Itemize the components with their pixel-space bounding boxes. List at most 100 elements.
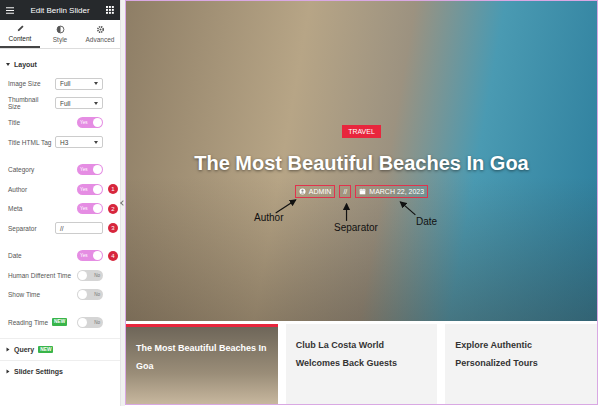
toggle-knob — [93, 185, 102, 194]
toggle-knob — [78, 318, 87, 327]
annotation-label: Separator — [334, 222, 378, 233]
control-label: Title — [8, 119, 74, 126]
new-tag: NEW — [52, 318, 67, 326]
thumbnail-card[interactable]: Club La Costa World Welcomes Back Guests — [286, 324, 438, 404]
section-header[interactable]: Layout — [0, 49, 120, 74]
section-header[interactable]: Slider Settings — [0, 360, 120, 382]
control-row: Human Different Time No — [8, 266, 120, 286]
toggle-text: No — [94, 292, 100, 297]
toggle-switch[interactable]: No — [77, 270, 103, 281]
panel-title: Edit Berlin Slider — [20, 6, 100, 15]
panel-tab[interactable]: Style — [40, 20, 80, 48]
annotation-label: Author — [254, 212, 283, 223]
caret-icon — [7, 348, 10, 352]
toggle-text: Yes — [80, 120, 88, 125]
control-label: Category — [8, 166, 74, 173]
toggle-text: No — [94, 320, 100, 325]
control-label: Show Time — [8, 291, 74, 298]
menu-icon[interactable] — [6, 7, 14, 14]
control-row: Category Yes — [8, 160, 120, 180]
meta-date[interactable]: MARCH 22, 2023 — [355, 185, 428, 198]
control-list: Image Size Full Thumbnail Size Full Titl… — [0, 74, 120, 338]
section-header[interactable]: Query NEW — [0, 338, 120, 360]
toggle-switch[interactable]: Yes — [77, 203, 103, 214]
toggle-switch[interactable]: Yes — [77, 164, 103, 175]
post-meta: ADMIN // MARCH 22, 2023 — [295, 185, 428, 198]
dropdown-icon — [94, 82, 98, 85]
toggle-text: Yes — [80, 167, 88, 172]
category-badge[interactable]: TRAVEL — [342, 125, 381, 138]
control-row: Date Yes 4 — [8, 246, 120, 266]
meta-author[interactable]: ADMIN — [295, 185, 336, 198]
thumbnail-card[interactable]: Explore Authentic Personalized Tours — [445, 324, 597, 404]
calendar-icon — [359, 188, 366, 195]
control-row: Title Yes — [8, 113, 120, 133]
select-field[interactable]: Full — [55, 78, 103, 90]
control-row: Separator // 3 — [8, 219, 120, 239]
preview-area: TRAVEL The Most Beautiful Beaches In Goa… — [125, 0, 598, 405]
meta-separator: // — [339, 185, 351, 198]
toggle-text: Yes — [80, 187, 88, 192]
panel-tabs: Content Style Advanced — [0, 20, 120, 49]
pencil-icon — [16, 24, 25, 33]
toggle-knob — [78, 290, 87, 299]
control-label: Thumbnail Size — [8, 96, 52, 111]
tab-label: Advanced — [86, 36, 115, 43]
control-label: Title HTML Tag — [8, 139, 52, 146]
control-row: Image Size Full — [8, 74, 120, 94]
control-label: Reading Time NEW — [8, 318, 74, 326]
control-label: Separator — [8, 225, 52, 232]
new-tag: NEW — [38, 346, 53, 353]
caret-icon — [7, 370, 10, 374]
card-title: Club La Costa World Welcomes Back Guests — [296, 340, 397, 368]
number-badge: 3 — [108, 223, 118, 233]
control-label: Meta — [8, 205, 74, 212]
user-icon — [299, 188, 306, 195]
tab-label: Style — [53, 36, 67, 43]
number-badge: 4 — [108, 251, 118, 261]
dropdown-icon — [94, 141, 98, 144]
control-row: Show Time No — [8, 285, 120, 305]
panel-tab[interactable]: Content — [0, 20, 40, 48]
control-label: Date — [8, 252, 74, 259]
editor-page: Edit Berlin Slider Content Style Advance… — [0, 0, 600, 406]
toggle-switch[interactable]: No — [77, 317, 103, 328]
toggle-knob — [78, 271, 87, 280]
control-row: Thumbnail Size Full — [8, 94, 120, 114]
number-badge: 2 — [108, 204, 118, 214]
editor-panel: Edit Berlin Slider Content Style Advance… — [0, 0, 121, 406]
toggle-text: No — [94, 273, 100, 278]
annotation-arrows — [126, 1, 597, 321]
toggle-switch[interactable]: No — [77, 289, 103, 300]
toggle-switch[interactable]: Yes — [77, 184, 103, 195]
control-label: Author — [8, 186, 74, 193]
control-label: Image Size — [8, 80, 52, 87]
control-row: Meta Yes 2 — [8, 199, 120, 219]
control-row: Reading Time NEW No — [8, 313, 120, 333]
toggle-text: Yes — [80, 206, 88, 211]
control-row: Author Yes 1 — [8, 180, 120, 200]
card-title: Explore Authentic Personalized Tours — [455, 340, 537, 368]
toggle-knob — [93, 251, 102, 260]
grid-icon[interactable] — [106, 6, 114, 14]
toggle-switch[interactable]: Yes — [77, 250, 103, 261]
toggle-knob — [93, 165, 102, 174]
select-field[interactable]: H3 — [55, 136, 103, 148]
section-label: Query — [14, 346, 34, 353]
thumbnail-card[interactable]: The Most Beautiful Beaches In Goa — [126, 324, 278, 404]
section-label: Slider Settings — [14, 368, 63, 375]
card-title: The Most Beautiful Beaches In Goa — [136, 343, 267, 371]
slide-title[interactable]: The Most Beautiful Beaches In Goa — [194, 152, 529, 175]
caret-icon — [6, 63, 10, 66]
select-field[interactable]: Full — [55, 97, 103, 109]
control-label: Human Different Time — [8, 272, 74, 279]
dropdown-icon — [94, 102, 98, 105]
annotation-label: Date — [416, 216, 437, 227]
panel-tab[interactable]: Advanced — [80, 20, 120, 48]
toggle-switch[interactable]: Yes — [77, 117, 103, 128]
panel-header: Edit Berlin Slider — [0, 0, 120, 20]
toggle-text: Yes — [80, 253, 88, 258]
thumbnail-list: The Most Beautiful Beaches In Goa Club La… — [126, 324, 597, 404]
text-field[interactable]: // — [55, 222, 103, 234]
gear-icon — [96, 25, 105, 34]
